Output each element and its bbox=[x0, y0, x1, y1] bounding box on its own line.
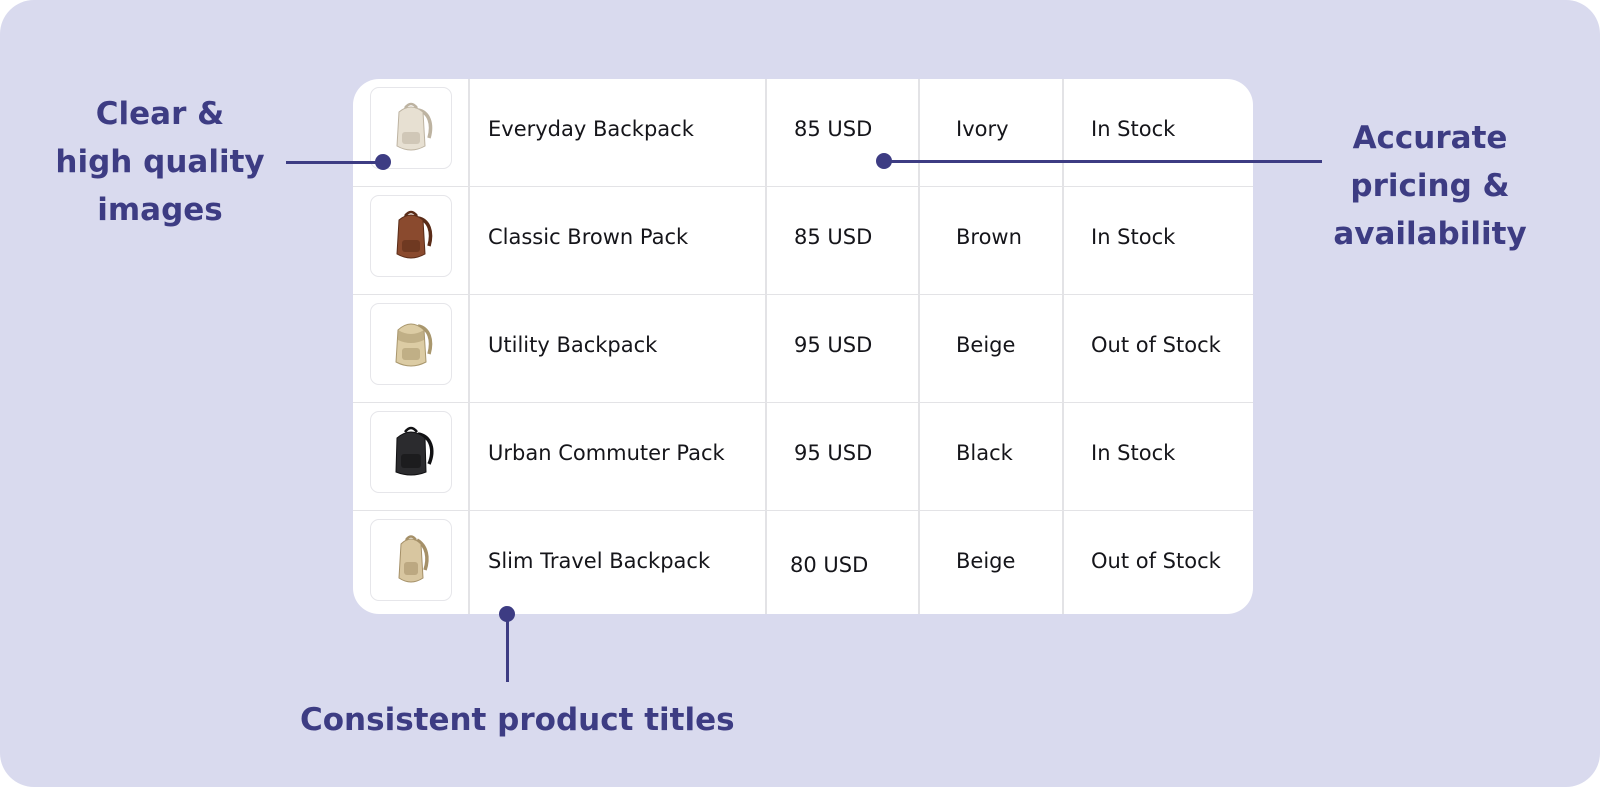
callout-images-line-3: images bbox=[97, 192, 223, 228]
product-availability: In Stock bbox=[1091, 441, 1176, 465]
callout-pricing: Accurate pricing & availability bbox=[1320, 114, 1540, 258]
product-title: Utility Backpack bbox=[488, 333, 658, 357]
table-row: Utility Backpack 95 USD Beige Out of Sto… bbox=[353, 295, 1253, 403]
product-title: Slim Travel Backpack bbox=[488, 549, 711, 573]
product-price: 85 USD bbox=[794, 225, 873, 249]
table-row: Classic Brown Pack 85 USD Brown In Stock bbox=[353, 187, 1253, 295]
callout-pricing-connector bbox=[884, 160, 1322, 163]
black-backpack-icon bbox=[395, 426, 434, 476]
product-color: Beige bbox=[956, 333, 1016, 357]
product-availability: Out of Stock bbox=[1091, 549, 1221, 573]
callout-titles-connector bbox=[506, 614, 509, 682]
product-thumbnail bbox=[370, 303, 452, 385]
callout-pricing-line-2: pricing & bbox=[1350, 168, 1510, 204]
callout-titles: Consistent product titles bbox=[300, 702, 735, 738]
table-row: Everyday Backpack 85 USD Ivory In Stock bbox=[353, 79, 1253, 187]
callout-pricing-line-1: Accurate bbox=[1352, 120, 1508, 156]
product-thumbnail bbox=[370, 411, 452, 493]
callout-pricing-marker bbox=[876, 153, 892, 169]
product-price: 85 USD bbox=[794, 117, 873, 141]
callout-images: Clear & high quality images bbox=[40, 90, 280, 234]
product-title: Classic Brown Pack bbox=[488, 225, 689, 249]
product-thumbnail bbox=[370, 195, 452, 277]
product-title: Urban Commuter Pack bbox=[488, 441, 725, 465]
brown-backpack-icon bbox=[396, 210, 433, 259]
table-row: Urban Commuter Pack 95 USD Black In Stoc… bbox=[353, 403, 1253, 511]
product-availability: Out of Stock bbox=[1091, 333, 1221, 357]
product-color: Black bbox=[956, 441, 1013, 465]
table-row: Slim Travel Backpack 80 USD Beige Out of… bbox=[353, 511, 1253, 614]
product-price: 95 USD bbox=[794, 441, 873, 465]
product-price: 80 USD bbox=[790, 553, 869, 577]
callout-images-line-2: high quality bbox=[55, 144, 265, 180]
callout-images-line-1: Clear & bbox=[95, 96, 225, 132]
product-availability: In Stock bbox=[1091, 225, 1176, 249]
product-title: Everyday Backpack bbox=[488, 117, 694, 141]
beige-sling-backpack-icon bbox=[398, 535, 429, 583]
callout-images-connector bbox=[286, 161, 382, 164]
infographic-canvas: Everyday Backpack 85 USD Ivory In Stock … bbox=[0, 0, 1600, 787]
callout-images-marker bbox=[375, 154, 391, 170]
beige-backpack-icon bbox=[395, 323, 433, 367]
product-thumbnail bbox=[370, 519, 452, 601]
product-price: 95 USD bbox=[794, 333, 873, 357]
product-availability: In Stock bbox=[1091, 117, 1176, 141]
product-color: Ivory bbox=[956, 117, 1009, 141]
callout-pricing-line-3: availability bbox=[1333, 216, 1527, 252]
product-color: Brown bbox=[956, 225, 1022, 249]
product-color: Beige bbox=[956, 549, 1016, 573]
